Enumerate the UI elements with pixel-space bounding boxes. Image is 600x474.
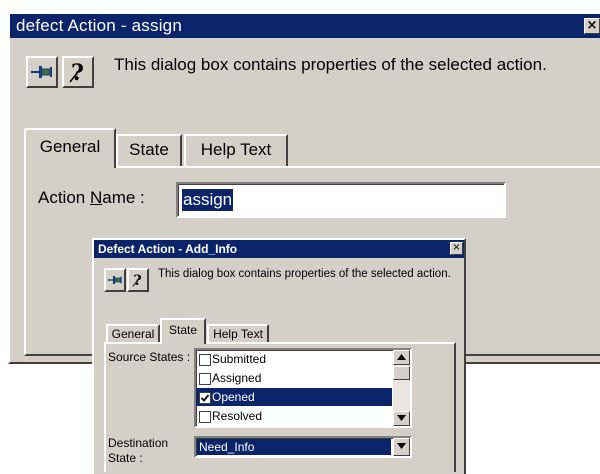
dropdown-arrow-icon — [397, 443, 406, 449]
scroll-down-arrow-icon — [397, 415, 406, 421]
source-states-label: Source States : — [108, 350, 191, 364]
scroll-up-button[interactable] — [393, 350, 410, 365]
help-question-icon: ? — [132, 273, 142, 289]
check-icon — [200, 394, 210, 402]
checkbox[interactable] — [199, 372, 211, 385]
close-icon: × — [586, 18, 598, 33]
destination-state-select[interactable]: Need_Info — [194, 436, 412, 458]
help-question-icon: ? — [69, 60, 84, 84]
destination-state-label: Destination State : — [108, 436, 169, 465]
action-name-label: Action Name : — [38, 188, 145, 207]
checkbox[interactable] — [199, 353, 211, 366]
inner-description: This dialog box contains properties of t… — [158, 268, 451, 280]
source-state-item[interactable]: Resolved — [199, 407, 388, 425]
scroll-down-button[interactable] — [393, 411, 410, 426]
dropdown-button[interactable] — [393, 438, 410, 456]
pin-icon — [107, 276, 122, 284]
source-state-item-selected[interactable]: Opened — [196, 388, 392, 406]
outer-dialog-title: defect Action - assign — [16, 16, 182, 35]
inner-close-button[interactable]: × — [450, 242, 463, 255]
inner-tab-state[interactable]: State — [160, 318, 206, 344]
action-name-value: assign — [182, 189, 234, 211]
destination-state-value: Need_Info — [197, 439, 391, 455]
inner-tab-general[interactable]: General — [106, 324, 160, 344]
source-state-item[interactable]: Submitted — [199, 350, 388, 368]
outer-title-bar[interactable]: defect Action - assign × — [10, 14, 600, 38]
inner-dialog: Defect Action - Add_Info × ? This dialog… — [92, 238, 466, 474]
inner-tab-panel: Source States : Submitted Assigned Opene… — [104, 342, 456, 472]
outer-help-button[interactable]: ? — [62, 56, 94, 88]
checkbox-checked[interactable] — [199, 391, 211, 404]
inner-pin-button[interactable] — [104, 268, 126, 292]
inner-tab-help-text[interactable]: Help Text — [207, 324, 269, 344]
outer-description: This dialog box contains properties of t… — [114, 55, 547, 74]
inner-dialog-title: Defect Action - Add_Info — [98, 242, 238, 256]
scroll-thumb[interactable] — [393, 366, 410, 380]
outer-close-button[interactable]: × — [584, 18, 600, 34]
inner-help-button[interactable]: ? — [127, 268, 149, 292]
close-icon: × — [452, 242, 461, 253]
outer-pin-button[interactable] — [26, 56, 58, 88]
source-states-list[interactable]: Submitted Assigned Opened Resolved — [194, 348, 412, 428]
outer-tab-state[interactable]: State — [116, 134, 182, 166]
scroll-up-arrow-icon — [397, 354, 406, 360]
outer-tab-help-text[interactable]: Help Text — [184, 134, 288, 166]
outer-tab-general[interactable]: General — [24, 128, 116, 168]
source-states-scrollbar[interactable] — [393, 350, 410, 426]
pin-icon — [31, 66, 52, 78]
action-name-field[interactable]: assign — [176, 182, 506, 218]
checkbox[interactable] — [199, 410, 211, 423]
inner-title-bar[interactable]: Defect Action - Add_Info × — [94, 240, 464, 258]
source-state-item[interactable]: Assigned — [199, 369, 388, 387]
